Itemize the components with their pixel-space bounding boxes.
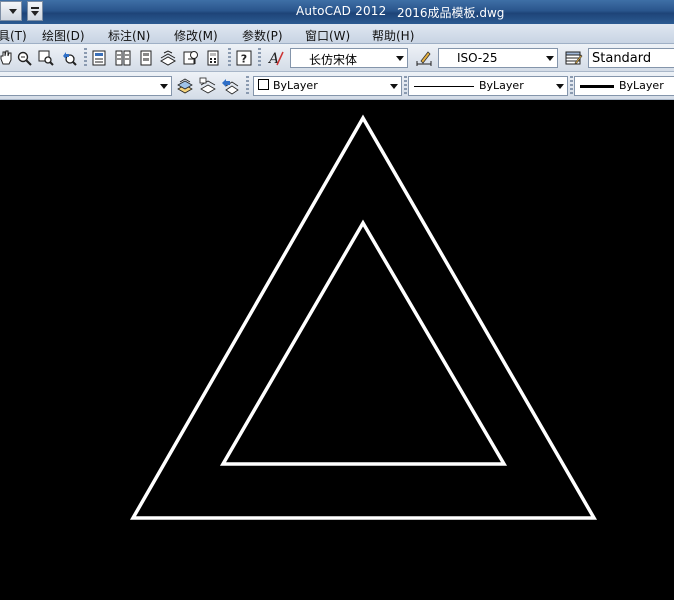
- quick-access-menu-button[interactable]: [27, 1, 43, 21]
- color-value-label: ByLayer: [273, 79, 318, 92]
- toolbar-grip[interactable]: [404, 76, 407, 96]
- color-swatch: [258, 79, 269, 90]
- table-style-value: Standard: [592, 51, 652, 66]
- help-icon[interactable]: ?: [234, 48, 254, 68]
- layer-previous-icon[interactable]: [220, 76, 240, 96]
- menu-tools[interactable]: 具(T): [0, 27, 27, 44]
- chevron-down-icon: [160, 84, 168, 89]
- zoom-window-icon[interactable]: [36, 48, 56, 68]
- inner-triangle[interactable]: [219, 219, 508, 466]
- sheet-set-icon[interactable]: [158, 48, 178, 68]
- chevron-down-icon: [9, 9, 17, 14]
- menu-draw[interactable]: 绘图(D): [42, 27, 85, 44]
- linetype-sample: [414, 86, 474, 87]
- table-style-icon[interactable]: [564, 48, 584, 68]
- lineweight-sample: [580, 85, 614, 88]
- chevron-down-icon: [546, 56, 554, 61]
- title-bar: AutoCAD 2012 2016成品模板.dwg: [0, 0, 674, 24]
- table-style-select[interactable]: Standard: [588, 48, 674, 68]
- linetype-select[interactable]: ByLayer: [408, 76, 568, 96]
- zoom-realtime-icon[interactable]: [14, 48, 34, 68]
- drawing-canvas[interactable]: [0, 100, 674, 596]
- layer-states-icon[interactable]: [198, 76, 218, 96]
- app-title: AutoCAD 2012: [296, 4, 387, 18]
- svg-text:?: ?: [241, 53, 247, 66]
- workspace-dropdown[interactable]: [0, 1, 22, 21]
- menu-parametric[interactable]: 参数(P): [242, 27, 283, 44]
- menu-dimension[interactable]: 标注(N): [108, 27, 150, 44]
- properties-icon[interactable]: [89, 48, 109, 68]
- layer-select[interactable]: [0, 76, 172, 96]
- dimension-style-value: ISO-25: [457, 51, 498, 65]
- menu-bar-icon: [31, 7, 39, 9]
- menu-window[interactable]: 窗口(W): [305, 27, 350, 44]
- layer-properties-icon[interactable]: [175, 76, 195, 96]
- text-style-icon[interactable]: A: [266, 48, 286, 68]
- toolbar-grip[interactable]: [246, 76, 249, 96]
- tool-palettes-icon[interactable]: [136, 48, 156, 68]
- chevron-down-icon: [556, 84, 564, 89]
- markup-icon[interactable]: [181, 48, 201, 68]
- drawing-svg: [129, 114, 598, 520]
- standard-toolbar: ? A 长仿宋体 ISO-25 Standard: [0, 44, 674, 72]
- outer-triangle[interactable]: [129, 114, 598, 520]
- toolbar-grip[interactable]: [570, 76, 573, 96]
- menu-help[interactable]: 帮助(H): [372, 27, 414, 44]
- toolbar-grip[interactable]: [258, 48, 261, 68]
- dimension-style-icon[interactable]: [414, 48, 434, 68]
- lineweight-value: ByLayer: [619, 79, 664, 92]
- menu-modify[interactable]: 修改(M): [174, 27, 218, 44]
- menu-bar: 具(T) 绘图(D) 标注(N) 修改(M) 参数(P) 窗口(W) 帮助(H): [0, 24, 674, 44]
- document-title: 2016成品模板.dwg: [397, 6, 505, 20]
- color-select[interactable]: ByLayer: [253, 76, 402, 96]
- lineweight-select[interactable]: ByLayer: [574, 76, 674, 96]
- text-style-value: 长仿宋体: [309, 53, 358, 67]
- toolbar-grip[interactable]: [228, 48, 231, 68]
- color-value: ByLayer: [258, 79, 318, 92]
- design-center-icon[interactable]: [113, 48, 133, 68]
- zoom-previous-icon[interactable]: [59, 48, 79, 68]
- chevron-down-icon: [31, 11, 39, 16]
- chevron-down-icon: [396, 56, 404, 61]
- text-style-select[interactable]: 长仿宋体: [290, 48, 408, 68]
- layers-properties-toolbar: ByLayer ByLayer ByLayer: [0, 72, 674, 100]
- toolbar-grip[interactable]: [84, 48, 87, 68]
- dimension-style-select[interactable]: ISO-25: [438, 48, 558, 68]
- chevron-down-icon: [390, 84, 398, 89]
- quickcalc-icon[interactable]: [203, 48, 223, 68]
- linetype-value: ByLayer: [479, 79, 524, 92]
